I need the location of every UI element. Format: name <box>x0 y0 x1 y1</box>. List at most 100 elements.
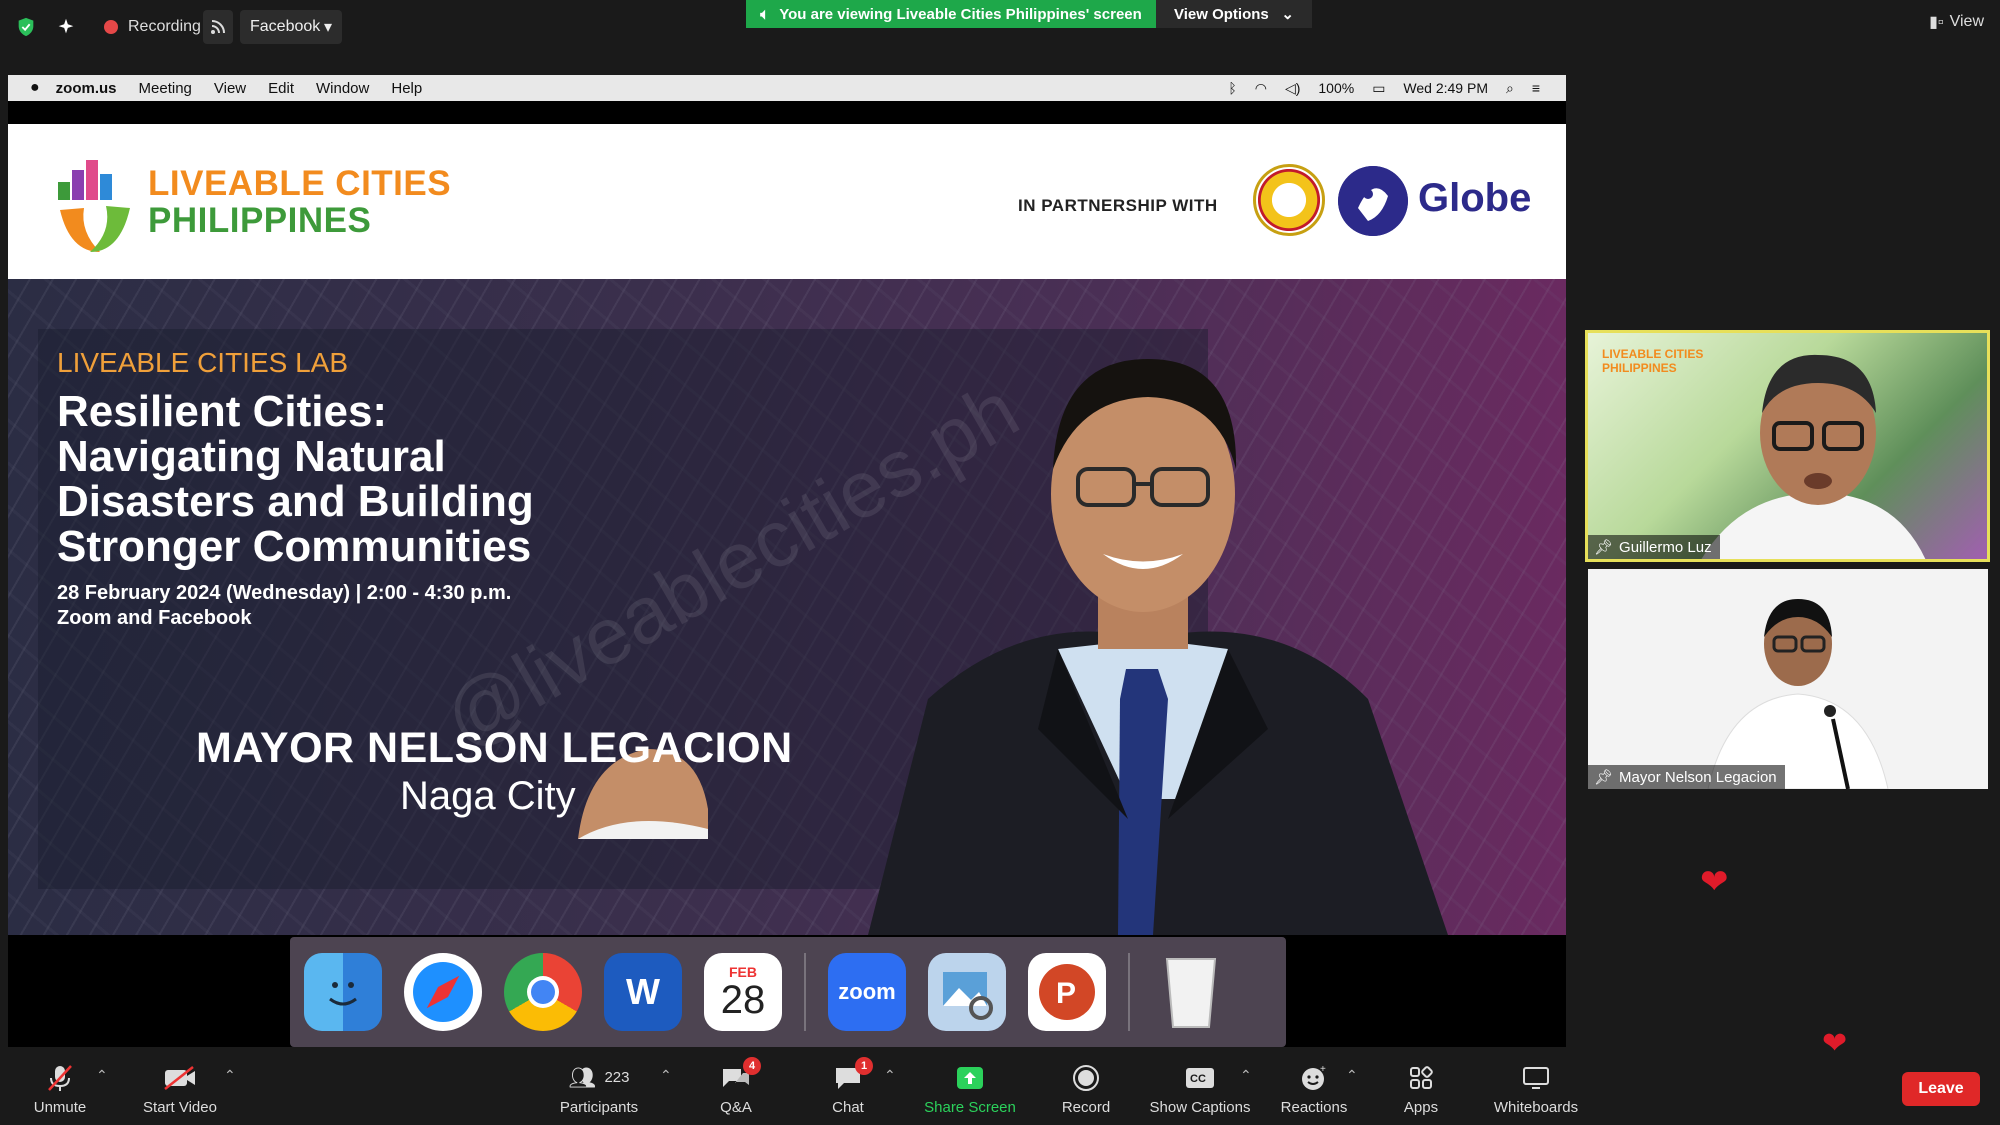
recording-indicator[interactable]: Recording <box>96 10 209 44</box>
video-off-icon <box>163 1063 197 1093</box>
view-options-label: View Options <box>1174 5 1269 23</box>
partnership-label: IN PARTNERSHIP WITH <box>1018 196 1218 215</box>
dock-separator <box>804 953 806 1031</box>
chevron-up-icon[interactable]: ⌃ <box>224 1067 236 1084</box>
participants-count: 223 <box>604 1069 630 1086</box>
muted-microphone-icon <box>43 1063 77 1093</box>
start-video-button[interactable]: Start Video <box>138 1053 222 1125</box>
chat-badge: 1 <box>855 1056 873 1075</box>
globe-brand-text: Globe <box>1418 176 1532 220</box>
record-label: Record <box>1061 1098 1111 1116</box>
live-stream-dropdown-label: Facebook <box>250 18 321 35</box>
event-date: 28 February 2024 (Wednesday) | 2:00 - 4:… <box>57 582 512 604</box>
chat-button[interactable]: 1 Chat <box>826 1053 873 1125</box>
menu-meeting: Meeting <box>138 79 192 97</box>
view-options-button[interactable]: View Options ⌄ <box>1156 0 1312 28</box>
zoom-app-icon[interactable]: zoom <box>828 953 906 1031</box>
trash-icon[interactable] <box>1152 953 1230 1031</box>
reactions-button[interactable]: + Reactions <box>1278 1053 1350 1125</box>
recording-dot-icon <box>104 20 118 34</box>
brand-title-line2: PHILIPPINES <box>148 201 372 240</box>
safari-icon[interactable] <box>404 953 482 1031</box>
menu-window: Window <box>316 79 370 97</box>
start-video-label: Start Video <box>143 1098 217 1116</box>
lab-label: LIVEABLE CITIES LAB <box>57 347 349 378</box>
government-seal-icon <box>1253 164 1325 236</box>
chevron-up-icon[interactable]: ⌃ <box>884 1067 896 1084</box>
clock: Wed 2:49 PM <box>1403 80 1488 96</box>
calendar-icon[interactable]: FEB 28 <box>704 953 782 1031</box>
brand-title-line1: LIVEABLE CITIES <box>148 164 452 203</box>
chevron-down-icon: ⌄ <box>1281 6 1294 23</box>
view-layout-button[interactable]: ▮▫ View <box>1929 12 1984 32</box>
menu-app-name: zoom.us <box>55 79 117 97</box>
ai-companion-icon[interactable] <box>52 10 80 44</box>
qa-badge: 4 <box>743 1056 761 1075</box>
reactions-smiley-icon: + <box>1297 1063 1331 1093</box>
unmute-button[interactable]: Unmute <box>28 1053 92 1125</box>
video-tile-mayor-nelson-legacion[interactable]: 📌︎ Mayor Nelson Legacion <box>1588 569 1988 789</box>
participants-label: Participants <box>559 1098 639 1116</box>
zoom-top-bar: Recording Facebook ▾ 🔈︎ You are viewing … <box>0 0 2000 54</box>
captions-cc-icon: CC <box>1183 1063 1217 1093</box>
whiteboards-button[interactable]: Whiteboards <box>1486 1053 1586 1125</box>
security-shield-icon[interactable] <box>12 10 40 44</box>
powerpoint-icon[interactable]: P <box>1028 953 1106 1031</box>
chevron-up-icon[interactable]: ⌃ <box>1346 1067 1358 1084</box>
pin-icon: 📌︎ <box>1594 539 1614 556</box>
speaker-name: MAYOR NELSON LEGACION <box>196 724 793 772</box>
participant-name-tag: 📌︎ Guillermo Luz <box>1588 535 1720 559</box>
chrome-icon[interactable] <box>504 953 582 1031</box>
speaker-portrait-image <box>868 359 1448 935</box>
view-layout-label: View <box>1949 13 1984 30</box>
calendar-day: 28 <box>720 978 766 1022</box>
word-icon[interactable]: W <box>604 953 682 1031</box>
speaker-volume-icon: 🔈︎ <box>760 5 770 23</box>
record-button[interactable]: Record <box>1056 1053 1116 1125</box>
chevron-up-icon[interactable]: ⌃ <box>660 1067 672 1084</box>
leave-button[interactable]: Leave <box>1902 1072 1980 1106</box>
battery-percent: 100% <box>1318 80 1355 96</box>
slide-header: LIVEABLE CITIES PHILIPPINES IN PARTNERSH… <box>8 124 1566 279</box>
event-platform: Zoom and Facebook <box>57 607 252 629</box>
apps-label: Apps <box>1403 1098 1439 1116</box>
spotlight-search-icon: ⌕ <box>1505 79 1514 96</box>
svg-text:CC: CC <box>1190 1073 1206 1085</box>
chevron-up-icon[interactable]: ⌃ <box>96 1067 108 1084</box>
participant-name: Guillermo Luz <box>1619 538 1712 556</box>
participant-name: Mayor Nelson Legacion <box>1619 768 1777 786</box>
svg-text:+: + <box>1320 1064 1326 1075</box>
menu-edit: Edit <box>268 79 294 97</box>
apps-button[interactable]: Apps <box>1396 1053 1446 1125</box>
share-screen-icon <box>953 1063 987 1093</box>
show-captions-button[interactable]: CC Show Captions <box>1144 1053 1256 1125</box>
wifi-icon: ◠ <box>1254 79 1267 96</box>
chevron-up-icon[interactable]: ⌃ <box>1240 1067 1252 1084</box>
qa-button[interactable]: 4 Q&A <box>712 1053 761 1125</box>
mac-status-area: ᛒ ◠ ◁) 100% ▭ Wed 2:49 PM ⌕ ≡ <box>1228 75 1540 101</box>
bluetooth-icon: ᛒ <box>1228 80 1237 96</box>
live-stream-dropdown[interactable]: Facebook ▾ <box>240 10 342 44</box>
mac-dock: W FEB 28 zoom P <box>290 937 1286 1047</box>
apps-icon <box>1404 1063 1438 1093</box>
apple-icon: ● <box>30 79 40 96</box>
battery-icon: ▭ <box>1372 79 1386 96</box>
participant-video-image <box>1701 354 1926 559</box>
finder-icon[interactable] <box>304 953 382 1031</box>
svg-text:P: P <box>1056 977 1076 1010</box>
liveable-cities-logo-icon <box>58 160 130 252</box>
live-stream-icon[interactable] <box>203 10 233 44</box>
video-tile-guillermo-luz[interactable]: LIVEABLE CITIES PHILIPPINES 📌︎ Guillermo… <box>1585 330 1990 562</box>
speaker-city: Naga City <box>400 774 576 818</box>
unmute-label: Unmute <box>33 1098 87 1116</box>
share-screen-button[interactable]: Share Screen <box>920 1053 1020 1125</box>
slide-headline: Resilient Cities: Navigating Natural Dis… <box>57 387 534 571</box>
heart-reaction-icon: ❤ <box>1700 863 1729 901</box>
record-icon <box>1069 1063 1103 1093</box>
volume-icon: ◁) <box>1284 79 1301 96</box>
qa-icon: 4 <box>719 1056 761 1093</box>
layout-icon: ▮▫ <box>1929 14 1944 31</box>
preview-app-icon[interactable] <box>928 953 1006 1031</box>
share-screen-label: Share Screen <box>924 1098 1016 1116</box>
participants-button[interactable]: 👥︎ 223 Participants <box>553 1053 645 1125</box>
